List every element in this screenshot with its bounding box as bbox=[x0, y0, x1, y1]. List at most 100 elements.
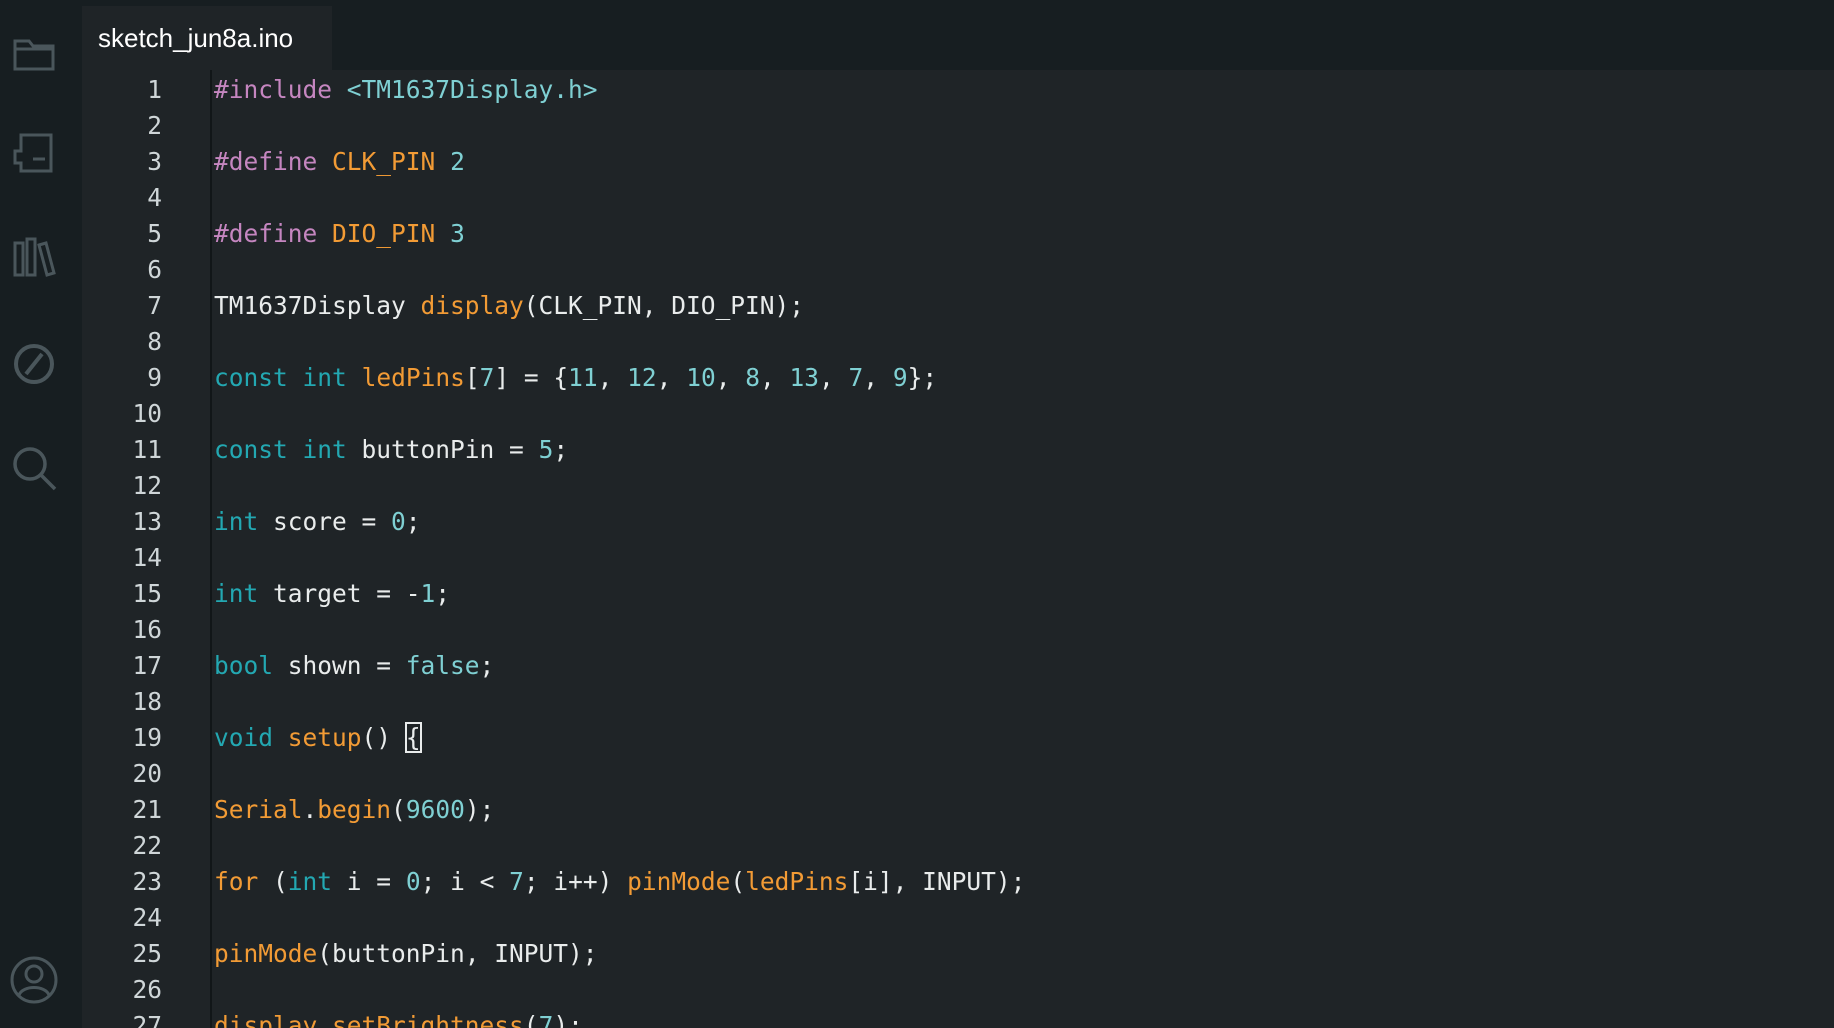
code-line[interactable]: 21 Serial.begin(9600); bbox=[82, 792, 1834, 828]
code-token: ; bbox=[553, 435, 569, 464]
line-number: 17 bbox=[132, 651, 162, 680]
code-token: ; i < bbox=[420, 867, 510, 896]
line-number: 5 bbox=[147, 219, 162, 248]
line-number: 3 bbox=[147, 147, 162, 176]
code-line[interactable]: 18 bbox=[82, 684, 1834, 720]
code-token: ; i++) bbox=[523, 867, 628, 896]
code-token: 5 bbox=[538, 435, 554, 464]
code-line[interactable]: 17 bool shown = false; bbox=[82, 648, 1834, 684]
code-token: , bbox=[863, 363, 893, 392]
code-line[interactable]: 15 int target = -1; bbox=[82, 576, 1834, 612]
tab-label: sketch_jun8a.ino bbox=[98, 22, 294, 53]
code-token: 0 bbox=[391, 507, 406, 536]
code-token: (CLK_PIN, DIO_PIN); bbox=[523, 291, 805, 320]
account-icon bbox=[10, 956, 58, 1004]
code-line[interactable]: 8 bbox=[82, 324, 1834, 360]
code-line[interactable]: 16 bbox=[82, 612, 1834, 648]
code-line[interactable]: 19 void setup() { bbox=[82, 720, 1834, 756]
code-line[interactable]: 14 bbox=[82, 540, 1834, 576]
code-line[interactable]: 13 int score = 0; bbox=[82, 504, 1834, 540]
code-line[interactable]: 27 display.setBrightness(7); bbox=[82, 1008, 1834, 1028]
code-token: #define bbox=[214, 147, 318, 176]
code-token: ); bbox=[464, 795, 495, 824]
code-token: display bbox=[214, 1011, 318, 1028]
code-token: TM1637Display bbox=[214, 291, 421, 320]
code-line[interactable]: 23 for (int i = 0; i < 7; i++) pinMode(le… bbox=[82, 864, 1834, 900]
code-token: 3 bbox=[450, 219, 465, 248]
code-token: int bbox=[214, 507, 259, 536]
line-number: 27 bbox=[132, 1011, 162, 1028]
code-token: 11 bbox=[568, 363, 598, 392]
code-token: 1 bbox=[420, 579, 436, 608]
code-line[interactable]: 11 const int buttonPin = 5; bbox=[82, 432, 1834, 468]
code-line[interactable]: 3 #define CLK_PIN 2 bbox=[82, 144, 1834, 180]
code-editor[interactable]: 1 #include <TM1637Display.h> 2 3 #define CLK… bbox=[82, 70, 1834, 1028]
code-token: buttonPin = bbox=[346, 435, 539, 464]
code-line[interactable]: 12 bbox=[82, 468, 1834, 504]
code-token: CLK_PIN bbox=[332, 147, 436, 176]
code-token: pinMode bbox=[627, 867, 731, 896]
code-token: for bbox=[214, 867, 259, 896]
code-token: #include bbox=[214, 75, 333, 104]
debug-button[interactable] bbox=[0, 330, 68, 398]
line-code: int target = -1; bbox=[214, 576, 450, 612]
code-token: score = bbox=[258, 507, 392, 536]
code-line[interactable]: 6 bbox=[82, 252, 1834, 288]
code-token: , bbox=[656, 363, 687, 392]
code-line[interactable]: 10 bbox=[82, 396, 1834, 432]
code-token: [i], INPUT); bbox=[848, 867, 1026, 896]
code-line[interactable]: 24 bbox=[82, 900, 1834, 936]
code-line[interactable]: 4 bbox=[82, 180, 1834, 216]
cursor-bracket: { bbox=[404, 722, 422, 753]
line-code: pinMode(buttonPin, INPUT); bbox=[214, 936, 598, 972]
code-line[interactable]: 1 #include <TM1637Display.h> bbox=[82, 72, 1834, 108]
library-manager-button[interactable] bbox=[0, 224, 68, 292]
code-token: <TM1637Display.h> bbox=[346, 75, 598, 104]
library-icon bbox=[13, 237, 56, 277]
line-code: for (int i = 0; i < 7; i++) pinMode(ledP… bbox=[214, 864, 1025, 900]
code-token: ledPins bbox=[745, 867, 849, 896]
line-code: int score = 0; bbox=[214, 504, 421, 540]
tab-sketch-file[interactable]: sketch_jun8a.ino bbox=[82, 6, 332, 70]
code-line[interactable]: 22 bbox=[82, 828, 1834, 864]
code-token: int bbox=[302, 363, 347, 392]
code-line[interactable]: 5 #define DIO_PIN 3 bbox=[82, 216, 1834, 252]
code-token: 12 bbox=[627, 363, 657, 392]
code-token: 7 bbox=[538, 1011, 554, 1028]
sketchbook-button[interactable] bbox=[0, 20, 68, 88]
search-icon bbox=[13, 447, 57, 491]
code-token: ( bbox=[523, 1011, 539, 1028]
boards-manager-button[interactable] bbox=[0, 120, 68, 188]
search-button[interactable] bbox=[0, 434, 68, 502]
code-token: }; bbox=[907, 363, 938, 392]
line-number: 14 bbox=[132, 543, 162, 572]
code-token: 9 bbox=[892, 363, 908, 392]
code-line[interactable]: 7 TM1637Display display(CLK_PIN, DIO_PIN)… bbox=[82, 288, 1834, 324]
code-line[interactable]: 9 const int ledPins[7] = {11, 12, 10, 8, … bbox=[82, 360, 1834, 396]
line-number: 6 bbox=[147, 255, 162, 284]
line-number: 22 bbox=[132, 831, 162, 860]
line-number: 4 bbox=[147, 183, 162, 212]
code-token: 9600 bbox=[405, 795, 465, 824]
line-code: #include <TM1637Display.h> bbox=[214, 72, 598, 108]
account-button[interactable] bbox=[0, 946, 68, 1014]
code-line[interactable]: 20 bbox=[82, 756, 1834, 792]
code-line[interactable]: 26 bbox=[82, 972, 1834, 1008]
folder-icon bbox=[13, 39, 55, 71]
line-code: bool shown = false; bbox=[214, 648, 494, 684]
line-code: Serial.begin(9600); bbox=[214, 792, 494, 828]
code-token: , bbox=[759, 363, 790, 392]
debug-icon bbox=[14, 344, 54, 384]
code-token: DIO_PIN bbox=[332, 219, 436, 248]
code-line[interactable]: 25 pinMode(buttonPin, INPUT); bbox=[82, 936, 1834, 972]
code-token: ( bbox=[391, 795, 406, 824]
code-token: . bbox=[317, 1011, 333, 1028]
line-code: display.setBrightness(7); bbox=[214, 1008, 583, 1028]
code-line[interactable]: 2 bbox=[82, 108, 1834, 144]
code-token: , bbox=[715, 363, 746, 392]
line-code: #define CLK_PIN 2 bbox=[214, 144, 465, 180]
code-lines: 1 #include <TM1637Display.h> 2 3 #define CLK… bbox=[82, 72, 1834, 1028]
